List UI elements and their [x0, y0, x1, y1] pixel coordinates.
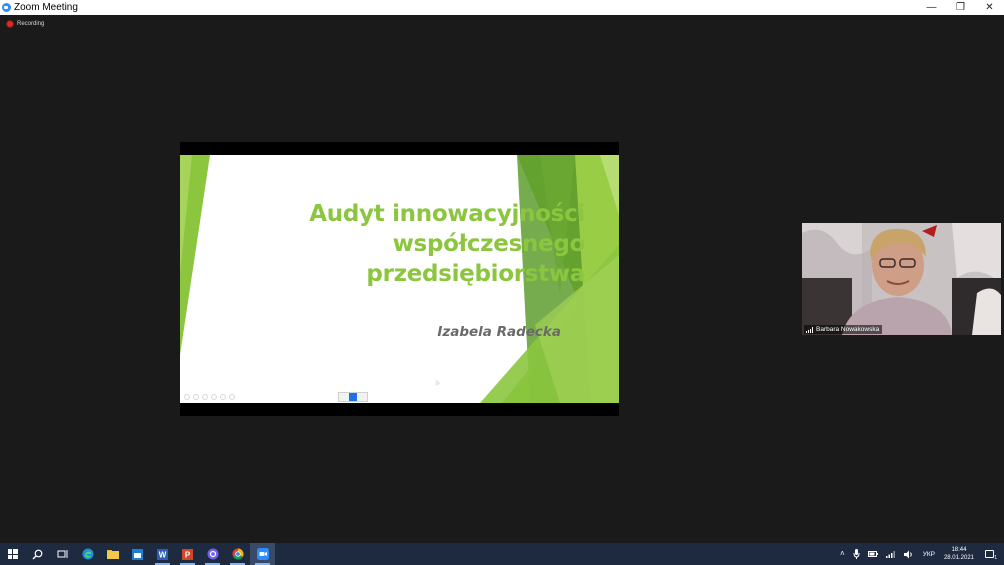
taskbar-powerpoint[interactable]: P	[175, 543, 200, 565]
notification-count: 1	[994, 555, 997, 561]
participant-name: Barbara Nowakowska	[816, 326, 880, 333]
notification-center-icon	[984, 550, 994, 558]
svg-text:P: P	[185, 550, 191, 559]
screen-share-notice	[338, 392, 368, 402]
zoom-app-icon	[2, 3, 11, 12]
search-icon	[32, 549, 43, 559]
zoom-icon	[256, 548, 269, 560]
minimize-button[interactable]: —	[917, 0, 946, 15]
taskbar-edge[interactable]	[75, 543, 100, 565]
window-controls: — ❐ ✕	[917, 0, 1004, 15]
system-tray: ˄ УКР 18:44 28.01.2021 1	[836, 543, 1004, 565]
search-button[interactable]	[25, 543, 50, 565]
shared-screen[interactable]: Audyt innowacyjności współczesnego przed…	[180, 142, 619, 416]
task-view-icon	[57, 550, 67, 558]
next-slide-icon[interactable]	[193, 394, 199, 400]
close-button[interactable]: ✕	[975, 0, 1004, 15]
chevron-up-icon[interactable]: ˄	[840, 543, 845, 565]
word-icon: W	[157, 548, 168, 560]
stop-sharing-button[interactable]	[349, 393, 357, 401]
calendar-icon	[132, 548, 143, 560]
clock[interactable]: 18:44 28.01.2021	[944, 546, 974, 562]
svg-text:W: W	[159, 550, 167, 559]
slide-author: Izabela Radecka	[437, 324, 561, 340]
title-bar: Zoom Meeting — ❐ ✕	[0, 0, 1004, 15]
clock-date: 28.01.2021	[943, 555, 974, 561]
windows-logo-icon	[7, 549, 18, 559]
task-view-button[interactable]	[50, 543, 75, 565]
zoom-slide-icon[interactable]	[220, 394, 226, 400]
previous-slide-icon[interactable]	[184, 394, 190, 400]
presentation-slide: Audyt innowacyjności współczesnego przed…	[180, 155, 619, 403]
slide-navigation-controls[interactable]	[184, 394, 235, 400]
recording-dot-icon	[7, 21, 13, 27]
taskbar-chrome[interactable]	[225, 543, 250, 565]
slide-title-line: przedsiębiorstwa	[366, 261, 585, 287]
participant-name-tag: Barbara Nowakowska	[804, 325, 883, 334]
recording-indicator[interactable]: Recording	[7, 21, 44, 27]
taskbar-file-explorer[interactable]	[100, 543, 125, 565]
window-title: Zoom Meeting	[14, 2, 78, 13]
notifications-button[interactable]: 1	[982, 543, 997, 565]
taskbar-calendar[interactable]	[125, 543, 150, 565]
more-options-icon[interactable]	[229, 394, 235, 400]
battery-icon[interactable]	[867, 550, 878, 558]
viber-icon	[207, 548, 218, 560]
participant-video[interactable]: Barbara Nowakowska	[802, 223, 1001, 335]
taskbar: W P ˄ УКР 18:44 28.01.2021 1	[0, 543, 1004, 565]
taskbar-zoom[interactable]	[250, 543, 275, 565]
recording-label: Recording	[17, 21, 45, 27]
volume-icon[interactable]	[903, 550, 914, 559]
clock-time: 18:44	[951, 547, 967, 553]
slide-title-line: współczesnego	[392, 231, 586, 257]
start-button[interactable]	[0, 543, 25, 565]
connection-signal-icon	[806, 326, 813, 333]
input-language[interactable]: УКР	[923, 551, 935, 558]
slide-title: Audyt innowacyjności współczesnego przed…	[265, 199, 585, 289]
pen-tool-icon[interactable]	[202, 394, 208, 400]
powerpoint-icon: P	[182, 548, 193, 560]
restore-button[interactable]: ❐	[946, 0, 975, 15]
microphone-icon[interactable]	[853, 549, 860, 559]
taskbar-word[interactable]: W	[150, 543, 175, 565]
network-icon[interactable]	[885, 550, 896, 558]
edge-browser-icon	[82, 548, 93, 560]
slides-view-icon[interactable]	[211, 394, 217, 400]
participant-video-frame	[802, 223, 1001, 335]
slide-title-line: Audyt innowacyjności	[309, 201, 585, 227]
taskbar-viber[interactable]	[200, 543, 225, 565]
file-explorer-icon	[106, 550, 119, 559]
chrome-icon	[232, 548, 243, 560]
